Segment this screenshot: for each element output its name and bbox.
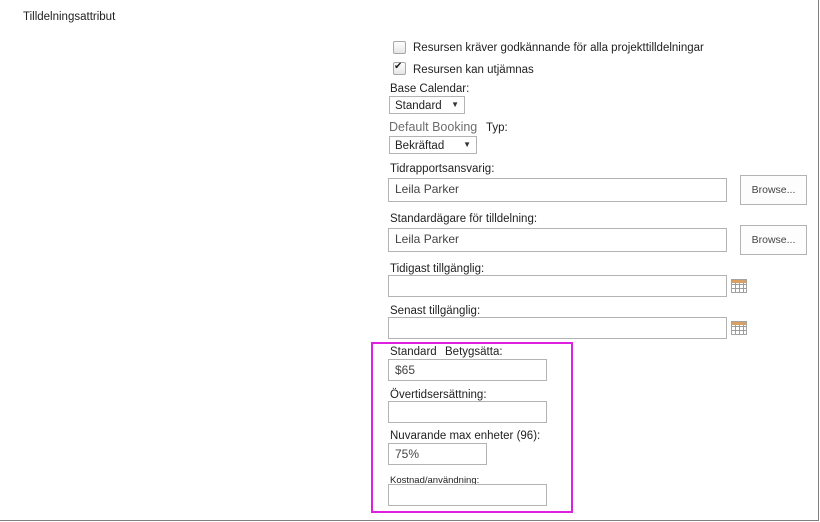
- overtime-rate-label: Övertidsersättning:: [390, 389, 487, 401]
- max-units-input[interactable]: 75%: [388, 443, 487, 465]
- chevron-down-icon: ▼: [463, 140, 471, 149]
- base-calendar-select[interactable]: Standard ▼: [389, 96, 465, 114]
- standard-rate-label: Standard: [390, 346, 437, 358]
- base-calendar-value: Standard: [395, 100, 442, 112]
- cost-per-use-input[interactable]: [388, 484, 547, 506]
- approval-required-checkbox[interactable]: [393, 41, 406, 54]
- timesheet-manager-browse-button[interactable]: Browse...: [740, 175, 807, 205]
- earliest-available-label: Tidigast tillgänglig:: [390, 263, 485, 275]
- overtime-rate-input[interactable]: [388, 401, 547, 423]
- latest-available-input[interactable]: [388, 317, 727, 339]
- earliest-available-input[interactable]: [388, 275, 727, 297]
- leveling-label: Resursen kan utjämnas: [413, 64, 534, 76]
- assignment-owner-browse-button[interactable]: Browse...: [740, 225, 807, 255]
- calendar-icon[interactable]: [731, 321, 747, 335]
- assignment-owner-input[interactable]: Leila Parker: [388, 228, 727, 252]
- timesheet-manager-input[interactable]: Leila Parker: [388, 178, 727, 202]
- calendar-icon[interactable]: [731, 279, 747, 293]
- assignment-owner-label: Standardägare för tilldelning:: [390, 213, 538, 225]
- timesheet-manager-label: Tidrapportsansvarig:: [390, 163, 495, 175]
- booking-type-select[interactable]: Bekräftad ▼: [389, 136, 477, 154]
- booking-type-value: Bekräftad: [395, 140, 445, 152]
- default-booking-type-label: Typ:: [486, 122, 508, 134]
- base-calendar-label: Base Calendar:: [390, 83, 470, 95]
- standard-rate-input[interactable]: $65: [388, 359, 547, 381]
- chevron-down-icon: ▼: [451, 100, 459, 109]
- approval-required-label: Resursen kräver godkännande för alla pro…: [413, 42, 704, 54]
- latest-available-label: Senast tillgänglig:: [390, 305, 481, 317]
- max-units-label: Nuvarande max enheter (96):: [390, 430, 541, 442]
- default-booking-label: Default Booking: [389, 120, 478, 134]
- leveling-checkbox[interactable]: [393, 61, 406, 75]
- section-title: Tilldelningsattribut: [23, 11, 116, 23]
- standard-rate-label-suffix: Betygsätta:: [445, 346, 503, 358]
